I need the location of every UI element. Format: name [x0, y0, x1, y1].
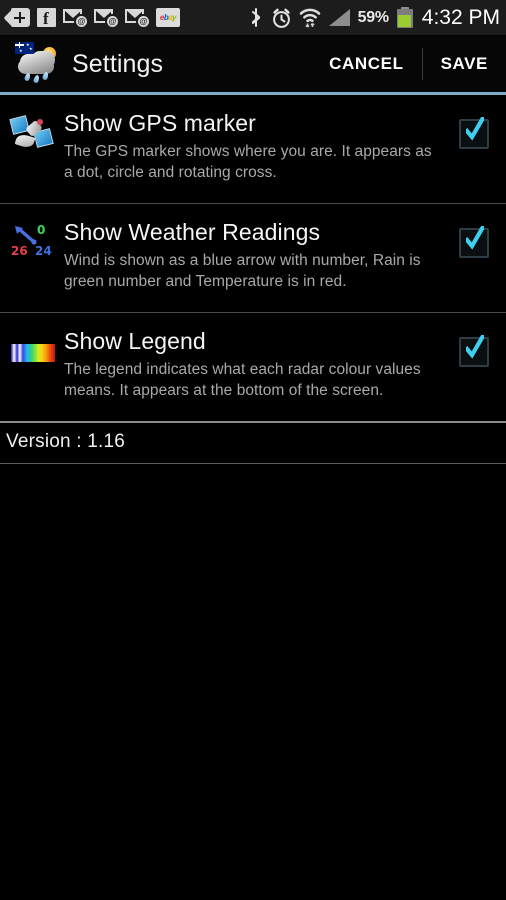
- version-row: Version : 1.16: [0, 423, 506, 463]
- setting-title: Show GPS marker: [64, 110, 256, 136]
- wind-value-label: 24: [35, 244, 52, 258]
- weather-readings-icon: 0 26 24: [8, 218, 60, 274]
- status-bar-notification-icons: f @ @ @ ebay: [3, 8, 180, 28]
- email-icon-1: @: [63, 8, 87, 27]
- temperature-value-label: 26: [11, 244, 28, 258]
- check-icon: [464, 115, 486, 143]
- setting-text-gps-marker: Show GPS marker The GPS marker shows whe…: [60, 109, 450, 183]
- checkbox-gps-marker[interactable]: [459, 115, 489, 149]
- checkbox-container-weather-readings[interactable]: [450, 218, 498, 258]
- back-tag-icon: [3, 8, 30, 27]
- setting-description: The legend indicates what each radar col…: [64, 361, 421, 399]
- setting-row-legend[interactable]: Show Legend The legend indicates what ea…: [0, 313, 506, 421]
- clock-label: 4:32 PM: [421, 5, 500, 29]
- check-icon: [464, 333, 486, 361]
- facebook-icon: f: [37, 8, 56, 28]
- rain-value-label: 0: [37, 223, 46, 237]
- version-label: Version : 1.16: [6, 431, 125, 452]
- setting-row-weather-readings[interactable]: 0 26 24 Show Weather Readings Wind is sh…: [0, 204, 506, 312]
- check-icon: [464, 224, 486, 252]
- ebay-icon: ebay: [156, 8, 180, 27]
- save-button[interactable]: SAVE: [423, 36, 506, 92]
- checkbox-legend[interactable]: [459, 333, 489, 367]
- app-screen: f @ @ @ ebay 59% 4:32 PM ★ ★ ★ Settings …: [0, 0, 506, 900]
- setting-description: The GPS marker shows where you are. It a…: [64, 143, 432, 181]
- wifi-icon: [299, 7, 321, 28]
- alarm-icon: [271, 8, 291, 28]
- wind-arrow-icon: [13, 225, 37, 245]
- page-title: Settings: [72, 49, 164, 78]
- setting-row-gps-marker[interactable]: Show GPS marker The GPS marker shows whe…: [0, 95, 506, 203]
- setting-title: Show Weather Readings: [64, 219, 321, 245]
- battery-percent-label: 59%: [357, 8, 389, 26]
- settings-list: Show GPS marker The GPS marker shows whe…: [0, 95, 506, 464]
- battery-icon: [396, 7, 413, 28]
- satellite-icon: [8, 109, 60, 165]
- checkbox-container-legend[interactable]: [450, 327, 498, 367]
- email-at-glyph: @: [107, 16, 118, 27]
- ebay-letter-y: y: [172, 13, 177, 22]
- status-bar-system-icons: 59% 4:32 PM: [249, 6, 500, 30]
- setting-title: Show Legend: [64, 328, 206, 354]
- action-bar: ★ ★ ★ Settings CANCEL SAVE: [0, 36, 506, 92]
- bluetooth-icon: [249, 7, 263, 28]
- email-at-glyph: @: [76, 16, 87, 27]
- setting-text-legend: Show Legend The legend indicates what ea…: [60, 327, 450, 401]
- action-bar-buttons: CANCEL SAVE: [311, 36, 506, 92]
- australian-flag-badge: ★ ★ ★: [15, 42, 34, 54]
- facebook-letter: f: [43, 9, 49, 28]
- checkbox-container-gps-marker[interactable]: [450, 109, 498, 149]
- signal-icon: [328, 9, 350, 26]
- checkbox-weather-readings[interactable]: [459, 224, 489, 258]
- colour-legend-icon: [8, 327, 60, 383]
- email-icon-2: @: [94, 8, 118, 27]
- setting-text-weather-readings: Show Weather Readings Wind is shown as a…: [60, 218, 450, 292]
- weather-rain-cloud-icon: ★ ★ ★: [14, 42, 60, 86]
- setting-description: Wind is shown as a blue arrow with numbe…: [64, 252, 421, 290]
- email-icon-3: @: [125, 8, 149, 27]
- cancel-button[interactable]: CANCEL: [311, 36, 421, 92]
- status-bar: f @ @ @ ebay 59% 4:32 PM: [0, 0, 506, 36]
- version-underline: [0, 463, 506, 464]
- email-at-glyph: @: [138, 16, 149, 27]
